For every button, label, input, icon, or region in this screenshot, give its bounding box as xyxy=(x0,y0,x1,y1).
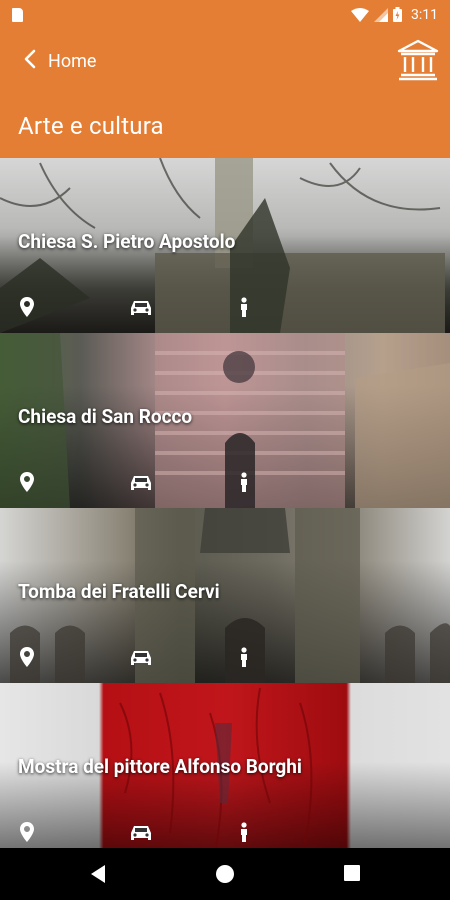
car-icon[interactable] xyxy=(130,649,152,671)
item-actions xyxy=(0,645,450,671)
places-list: Chiesa S. Pietro Apostolo Chiesa di San … xyxy=(0,158,450,858)
chevron-left-icon xyxy=(24,49,36,73)
list-item[interactable]: Mostra del pittore Alfonso Borghi xyxy=(0,683,450,858)
system-nav-bar xyxy=(0,848,450,900)
item-actions xyxy=(0,820,450,846)
item-title: Chiesa di San Rocco xyxy=(18,405,193,428)
page-title: Arte e cultura xyxy=(18,112,164,140)
wifi-icon xyxy=(351,7,369,22)
list-item[interactable]: Chiesa di San Rocco xyxy=(0,333,450,508)
app-bar: Home Arte e cultura xyxy=(0,29,450,158)
location-pin-icon[interactable] xyxy=(20,297,34,321)
list-item[interactable]: Chiesa S. Pietro Apostolo xyxy=(0,158,450,333)
nav-back-icon[interactable] xyxy=(89,864,107,888)
item-title: Chiesa S. Pietro Apostolo xyxy=(18,230,236,253)
status-time: 3:11 xyxy=(411,6,438,23)
walking-icon[interactable] xyxy=(238,822,250,846)
location-pin-icon[interactable] xyxy=(20,472,34,496)
walking-icon[interactable] xyxy=(238,647,250,671)
battery-icon xyxy=(393,7,402,22)
item-actions xyxy=(0,295,450,321)
location-pin-icon[interactable] xyxy=(20,647,34,671)
list-item[interactable]: Tomba dei Fratelli Cervi xyxy=(0,508,450,683)
signal-icon xyxy=(374,7,388,22)
car-icon[interactable] xyxy=(130,474,152,496)
item-title: Mostra del pittore Alfonso Borghi xyxy=(18,755,302,778)
nav-recents-icon[interactable] xyxy=(343,864,361,886)
back-button[interactable]: Home xyxy=(24,49,96,73)
car-icon[interactable] xyxy=(130,824,152,846)
location-pin-icon[interactable] xyxy=(20,822,34,846)
back-label: Home xyxy=(48,50,97,72)
walking-icon[interactable] xyxy=(238,297,250,321)
museum-icon[interactable] xyxy=(396,38,440,86)
car-icon[interactable] xyxy=(130,299,152,321)
item-actions xyxy=(0,470,450,496)
status-bar: 3:11 xyxy=(0,0,450,29)
walking-icon[interactable] xyxy=(238,472,250,496)
nav-home-icon[interactable] xyxy=(215,864,235,888)
item-title: Tomba dei Fratelli Cervi xyxy=(18,580,220,603)
sd-card-icon xyxy=(12,7,23,22)
